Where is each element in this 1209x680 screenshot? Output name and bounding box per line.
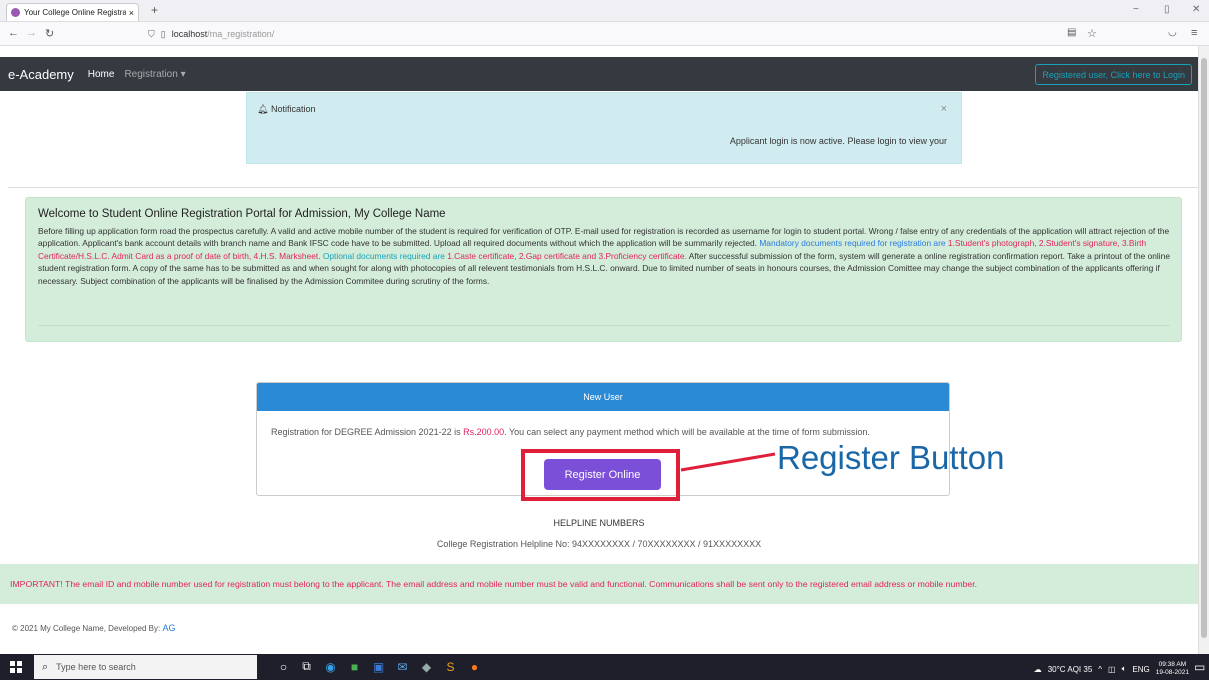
site-navbar: e-Academy Home Registration ▾ Registered… [0, 57, 1198, 91]
search-placeholder: Type here to search [56, 662, 136, 672]
weather-icon: ☁ [1033, 664, 1042, 674]
mandatory-docs-label: Mandatory documents required for registr… [759, 238, 946, 249]
network-icon[interactable]: ◫ [1108, 665, 1116, 674]
footer-text: © 2021 My College Name, Developed By: [12, 624, 161, 633]
tab-close-icon[interactable]: × [129, 8, 134, 18]
volume-icon[interactable]: 🔈︎ [1122, 664, 1127, 674]
annotation-arrow [680, 452, 776, 472]
taskbar: ⌕ Type here to search ○ ⧉ ◉ ■ ▣ ✉ ◆ S ● ☁… [0, 654, 1209, 680]
registration-fee-text: Registration for DEGREE Admission 2021-2… [271, 427, 870, 437]
app-icon[interactable]: ◆ [419, 659, 434, 674]
optional-docs-list: 1.Caste certificate, 2.Gap certificate a… [447, 250, 687, 261]
browser-tab[interactable]: Your College Online Registratio × [6, 3, 139, 21]
cortana-icon[interactable]: ○ [276, 659, 291, 674]
notification-title: Notification [270, 104, 316, 114]
clock-date: 19-08-2021 [1155, 669, 1189, 676]
nav-registration-dropdown[interactable]: Registration ▾ [124, 69, 185, 80]
welcome-panel: Welcome to Student Online Registration P… [25, 197, 1182, 342]
brand-logo[interactable]: e-Academy [8, 67, 74, 82]
important-notice: IMPORTANT! The email ID and mobile numbe… [0, 564, 1198, 604]
clock[interactable]: 09:38 AM 19-08-2021 [1156, 661, 1189, 677]
menu-icon[interactable]: ≡ [1191, 27, 1197, 39]
new-tab-icon[interactable]: + [151, 3, 158, 17]
forward-icon[interactable]: → [26, 27, 37, 39]
url-path: /ma_registration/ [207, 29, 275, 39]
optional-docs-label: Optional documents required are [322, 250, 445, 261]
new-user-header: New User [257, 383, 949, 411]
divider [8, 187, 1198, 188]
mail-icon[interactable]: ✉ [395, 659, 410, 674]
footer: © 2021 My College Name, Developed By: AG [12, 623, 175, 633]
fee-text-after: . You can select any payment method whic… [504, 427, 870, 437]
login-button[interactable]: Registered user, Click here to Login [1035, 64, 1192, 85]
register-online-button[interactable]: Register Online [544, 459, 661, 490]
nav-home[interactable]: Home [88, 69, 115, 80]
firefox-icon[interactable]: ● [467, 659, 482, 674]
sublime-icon[interactable]: S [443, 659, 458, 674]
pocket-icon[interactable]: ◡ [1168, 27, 1177, 38]
fee-text-before: Registration for DEGREE Admission 2021-2… [271, 427, 461, 437]
page-viewport: e-Academy Home Registration ▾ Registered… [0, 46, 1198, 654]
store-icon[interactable]: ▣ [371, 659, 386, 674]
edge-icon[interactable]: ◉ [323, 659, 338, 674]
welcome-text: Before filling up application form road … [38, 225, 1173, 287]
task-view-icon[interactable]: ⧉ [299, 659, 314, 674]
bell-icon: 🔔︎ [257, 104, 269, 114]
browser-tab-bar: Your College Online Registratio × + − ▯ … [0, 0, 1209, 22]
divider [38, 325, 1170, 326]
notification-message: Applicant login is now active. Please lo… [729, 136, 947, 146]
system-tray: ☁ 30°C AQI 35 ^ ◫ 🔈︎ ENG 09:38 AM 19-08-2… [1034, 661, 1189, 677]
close-window-icon[interactable]: ✕ [1192, 4, 1200, 15]
back-icon[interactable]: ← [8, 27, 19, 39]
tray-chevron-icon[interactable]: ^ [1098, 665, 1102, 674]
weather-text[interactable]: 30°C AQI 35 [1048, 665, 1093, 674]
scrollbar-thumb[interactable] [1201, 58, 1207, 638]
shield-icon: ⛉ [148, 28, 155, 39]
url-host: localhost [171, 29, 208, 39]
reader-view-icon[interactable]: ▤ [1067, 27, 1076, 38]
notification-center-icon[interactable]: ▭ [1194, 660, 1205, 674]
bookmark-star-icon[interactable]: ☆ [1087, 27, 1097, 40]
welcome-title: Welcome to Student Online Registration P… [38, 208, 446, 220]
maximize-icon[interactable]: ▯ [1164, 4, 1170, 15]
helpline-heading: HELPLINE NUMBERS [553, 518, 645, 528]
url-bar[interactable]: ⛉ ▯ localhost/ma_registration/ [148, 25, 1038, 43]
developer-link[interactable]: AG [162, 623, 175, 633]
browser-nav-bar: ← → ↻ ⛉ ▯ localhost/ma_registration/ ▤ ☆… [0, 22, 1209, 46]
tab-title: Your College Online Registratio [24, 8, 126, 17]
page-icon: ▯ [160, 28, 166, 39]
taskbar-search[interactable]: ⌕ Type here to search [34, 655, 257, 679]
annotation-label: Register Button [777, 439, 1005, 476]
search-icon: ⌕ [42, 660, 49, 673]
notification-close-icon[interactable]: × [941, 103, 947, 115]
fee-amount: Rs.200.00 [463, 427, 505, 437]
language[interactable]: ENG [1132, 665, 1149, 674]
reload-icon[interactable]: ↻ [45, 27, 54, 40]
clock-time: 09:38 AM [1158, 661, 1187, 668]
minimize-icon[interactable]: − [1133, 4, 1139, 15]
helpline-numbers: College Registration Helpline No: 94XXXX… [436, 539, 762, 549]
page-scrollbar[interactable] [1198, 46, 1209, 654]
notification-header: 🔔︎ Notification [257, 104, 315, 115]
notification-alert: 🔔︎ Notification × Applicant login is now… [246, 92, 962, 164]
favicon-icon [11, 8, 20, 17]
excel-icon[interactable]: ■ [347, 659, 362, 674]
windows-start-icon[interactable] [10, 661, 22, 673]
